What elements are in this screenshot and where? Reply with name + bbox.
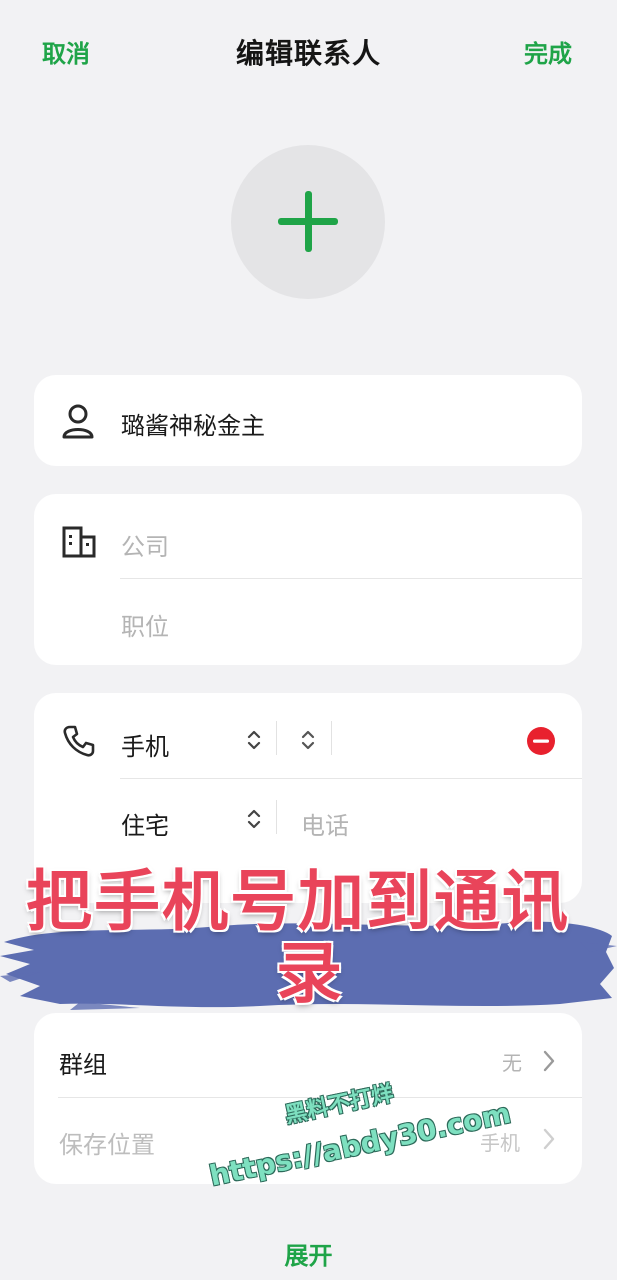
chevron-updown-icon[interactable] xyxy=(300,728,316,752)
phone-icon xyxy=(63,725,95,757)
chevron-updown-icon[interactable] xyxy=(246,728,262,752)
divider xyxy=(120,778,582,779)
position-field[interactable]: 职位 xyxy=(121,607,169,642)
add-photo-button[interactable] xyxy=(231,145,385,299)
group-value: 无 xyxy=(502,1051,522,1075)
name-field[interactable]: 璐酱神秘金主 xyxy=(121,406,265,441)
phone-number-field[interactable]: 电话 xyxy=(301,806,349,841)
expand-button[interactable]: 展开 xyxy=(0,1236,617,1271)
group-label[interactable]: 群组 xyxy=(59,1045,107,1080)
separator xyxy=(276,721,277,755)
storage-label[interactable]: 保存位置 xyxy=(59,1125,155,1160)
separator xyxy=(276,800,277,834)
organization-card: 公司 职位 xyxy=(34,494,582,665)
name-card: 璐酱神秘金主 xyxy=(34,375,582,466)
chevron-right-icon[interactable] xyxy=(542,1127,556,1151)
phone-type-label[interactable]: 手机 xyxy=(121,727,169,762)
done-button[interactable]: 完成 xyxy=(524,34,572,69)
person-icon xyxy=(62,404,94,439)
plus-icon xyxy=(278,191,338,252)
chevron-updown-icon[interactable] xyxy=(246,807,262,831)
overlay-headline-cont: 录 xyxy=(276,935,344,1012)
chevron-right-icon[interactable] xyxy=(542,1049,556,1073)
building-icon xyxy=(62,526,96,558)
phone-type-label[interactable]: 住宅 xyxy=(121,806,169,841)
divider xyxy=(120,578,582,579)
company-field[interactable]: 公司 xyxy=(121,527,169,562)
separator xyxy=(331,721,332,755)
remove-icon[interactable] xyxy=(526,726,556,756)
